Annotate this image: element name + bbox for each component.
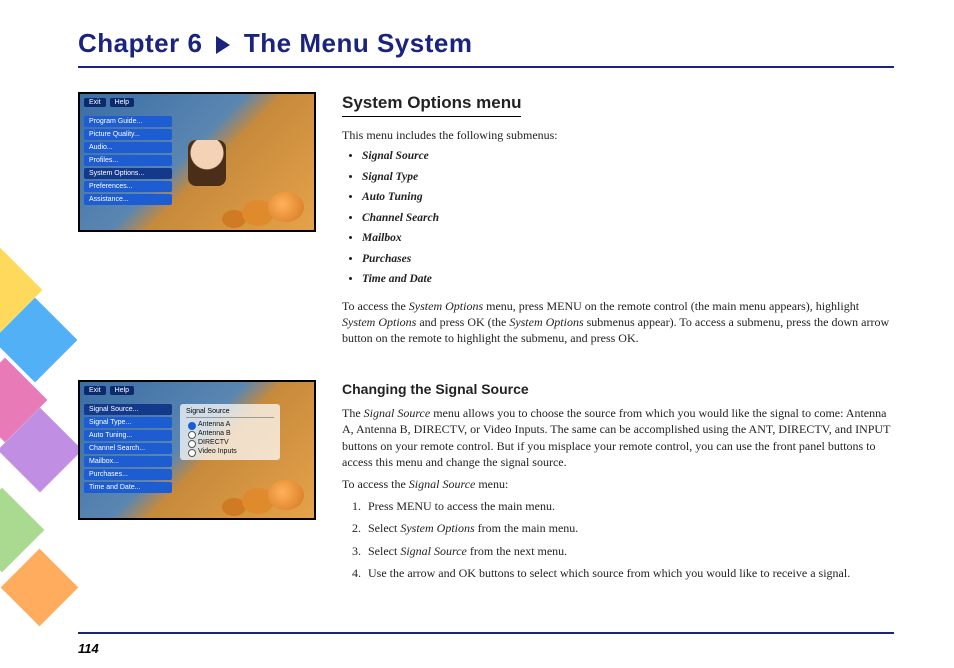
submenu-item: Purchases <box>362 252 894 268</box>
thumb-submenu-title: Signal Source <box>186 408 274 418</box>
thumb-submenu-option: Antenna B <box>186 429 274 438</box>
section2-para2: To access the Signal Source menu: <box>342 476 894 492</box>
submenu-item: Signal Source <box>362 149 894 165</box>
submenu-list: Signal Source Signal Type Auto Tuning Chann… <box>342 149 894 288</box>
thumb-menu-item: Time and Date... <box>84 482 172 493</box>
thumb-menu-item: Preferences... <box>84 181 172 192</box>
footer-rule <box>78 632 894 634</box>
thumb-child-figure <box>188 140 226 186</box>
thumb-menu-item: Mailbox... <box>84 456 172 467</box>
chapter-title: Chapter 6 The Menu System <box>78 28 472 59</box>
section-title-signal-source: Changing the Signal Source <box>342 380 894 399</box>
thumb-menu-item: Channel Search... <box>84 443 172 454</box>
triangle-icon <box>216 36 230 54</box>
section2-para1: The Signal Source menu allows you to cho… <box>342 405 894 470</box>
thumb-menu-item: Profiles... <box>84 155 172 166</box>
title-rule <box>78 66 894 68</box>
submenu-item: Mailbox <box>362 231 894 247</box>
screenshot-signal-source: Exit Help Signal Source... Signal Type...… <box>78 380 316 520</box>
steps-list: Press MENU to access the main menu. Selec… <box>342 498 894 581</box>
thumb-menu-item: Signal Type... <box>84 417 172 428</box>
step-item: Press MENU to access the main menu. <box>364 498 894 514</box>
thumb-pumpkins <box>268 192 304 222</box>
submenu-item: Channel Search <box>362 211 894 227</box>
submenu-item: Signal Type <box>362 170 894 186</box>
thumb-menu-item: Auto Tuning... <box>84 430 172 441</box>
thumb-pumpkins <box>268 480 304 510</box>
thumb-submenu-option: Antenna A <box>186 420 274 429</box>
thumb-menu-item: Program Guide... <box>84 116 172 127</box>
screenshot-system-options: Exit Help Program Guide... Picture Qualit… <box>78 92 316 232</box>
thumb-top-exit: Exit <box>84 98 106 107</box>
submenu-item: Time and Date <box>362 272 894 288</box>
thumb-submenu-option: DIRECTV <box>186 438 274 447</box>
step-item: Select System Options from the main menu… <box>364 520 894 536</box>
submenu-item: Auto Tuning <box>362 190 894 206</box>
thumb-menu-item: Audio... <box>84 142 172 153</box>
thumb-submenu: Signal Source Antenna AAntenna BDIRECTVV… <box>180 404 280 460</box>
chapter-number: Chapter 6 <box>78 28 202 58</box>
section1-para: To access the System Options menu, press… <box>342 298 894 347</box>
section1-intro: This menu includes the following submenu… <box>342 127 894 143</box>
chapter-name: The Menu System <box>244 28 473 58</box>
page-number: 114 <box>78 641 99 656</box>
thumb-top-help: Help <box>110 98 134 107</box>
thumb-menu-item: System Options... <box>84 168 172 179</box>
section-title-system-options: System Options menu <box>342 92 521 117</box>
thumb-submenu-option: Video Inputs <box>186 447 274 456</box>
step-item: Select Signal Source from the next menu. <box>364 543 894 559</box>
thumb-top-help: Help <box>110 386 134 395</box>
thumb-menu-item: Picture Quality... <box>84 129 172 140</box>
thumb-menu-item: Purchases... <box>84 469 172 480</box>
thumb-menu-item: Assistance... <box>84 194 172 205</box>
thumb-menu-item: Signal Source... <box>84 404 172 415</box>
step-item: Use the arrow and OK buttons to select w… <box>364 565 894 581</box>
thumb-top-exit: Exit <box>84 386 106 395</box>
